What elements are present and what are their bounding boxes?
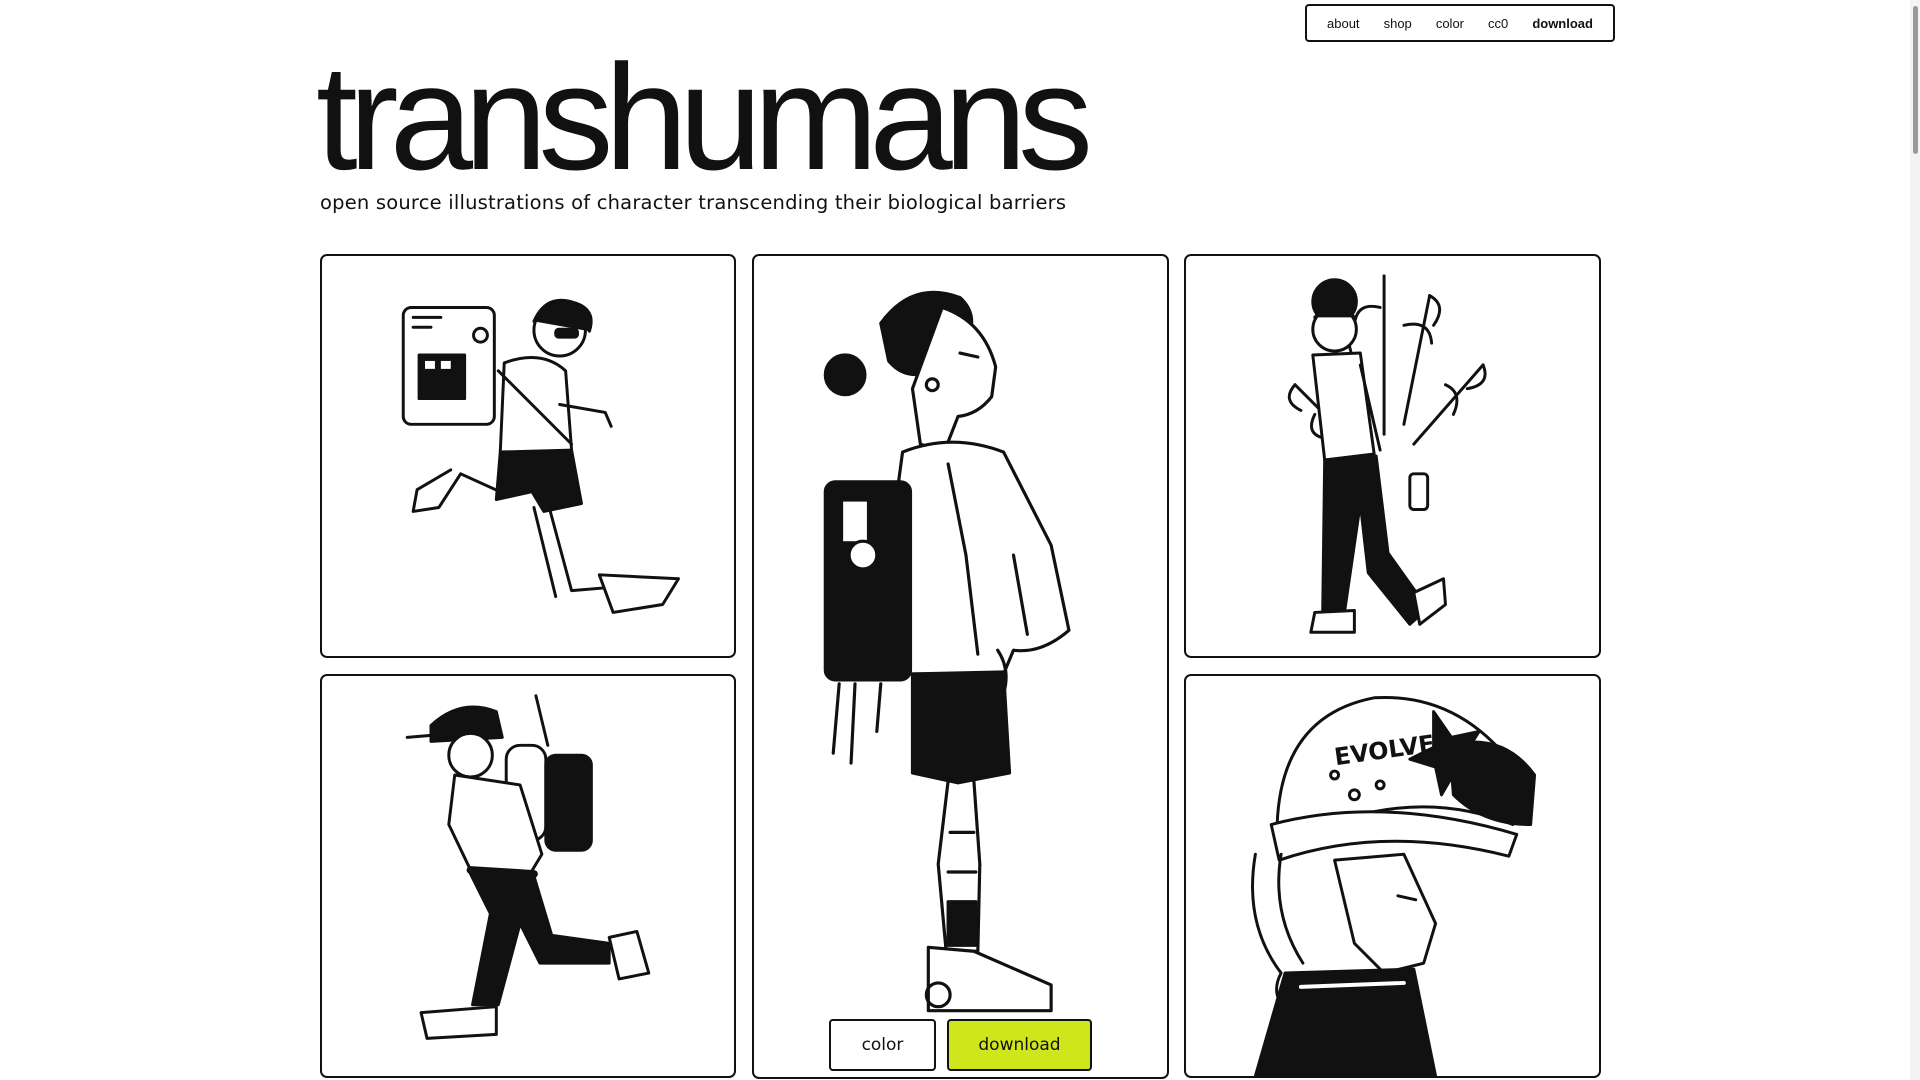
download-button[interactable]: download <box>947 1019 1092 1071</box>
nav-cc0-link[interactable]: cc0 <box>1488 16 1508 31</box>
illustration-card-helmet-portrait[interactable]: EVOLVE <box>1184 674 1601 1078</box>
cap-jetpack-runner-illustration <box>405 694 651 1040</box>
illustration-card-tall-standing-character[interactable] <box>752 254 1169 1079</box>
page: about shop color cc0 download transhuman… <box>0 0 1920 1080</box>
helmet-portrait-illustration: EVOLVE <box>1251 695 1537 1076</box>
page-subtitle: open source illustrations of character t… <box>320 191 1067 214</box>
color-toggle-button[interactable]: color <box>829 1019 936 1071</box>
nav-color-link[interactable]: color <box>1436 16 1464 31</box>
standing-character-illustration <box>823 290 1071 1013</box>
illustration-card-runner-robot-backpack[interactable] <box>320 254 736 658</box>
nav-download-link[interactable]: download <box>1532 16 1593 31</box>
scrollbar-thumb[interactable] <box>1913 6 1918 154</box>
page-title: transhumans <box>316 33 1093 201</box>
runner-robot-backpack-illustration <box>401 298 680 614</box>
page-scrollbar[interactable] <box>1910 0 1920 1080</box>
illustration-card-plant-carrier[interactable] <box>1184 254 1601 658</box>
nav-shop-link[interactable]: shop <box>1384 16 1412 31</box>
top-navigation: about shop color cc0 download <box>1305 4 1615 42</box>
nav-about-link[interactable]: about <box>1327 16 1360 31</box>
plant-carrier-illustration <box>1287 274 1487 634</box>
illustration-card-cap-jetpack-runner[interactable] <box>320 674 736 1078</box>
